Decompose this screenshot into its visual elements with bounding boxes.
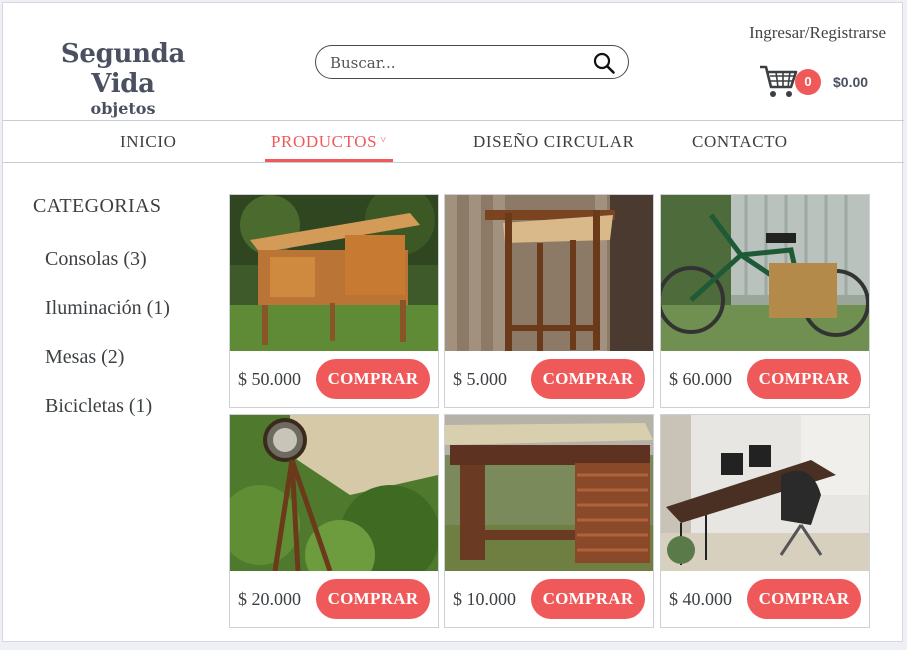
nav-item-label: PRODUCTOS (271, 132, 378, 151)
product-card: $ 50.000 COMPRAR (229, 194, 439, 408)
buy-button[interactable]: COMPRAR (747, 579, 861, 619)
product-card: $ 40.000 COMPRAR (660, 414, 870, 628)
desk-photo[interactable] (661, 415, 869, 571)
tripod-lamp-photo[interactable] (230, 415, 438, 571)
buy-button[interactable]: COMPRAR (531, 359, 645, 399)
category-item-iluminacion[interactable]: Iluminación (1) (45, 297, 170, 320)
product-price: $ 50.000 (238, 369, 301, 389)
wooden-table-photo[interactable] (445, 415, 653, 571)
nav-item-label: INICIO (120, 132, 177, 151)
categories-title: CATEGORIAS (33, 195, 162, 217)
product-card: $ 5.000 COMPRAR (444, 194, 654, 408)
page-frame: Segunda Vida objetos Ingresar/Registrars… (2, 2, 904, 642)
product-price: $ 10.000 (453, 589, 516, 609)
shopping-cart-icon[interactable] (759, 63, 799, 99)
search-box (315, 45, 629, 79)
nav-item-label: DISEÑO CIRCULAR (473, 132, 635, 151)
category-item-consolas[interactable]: Consolas (3) (45, 248, 147, 271)
search-icon[interactable] (592, 51, 616, 75)
product-card: $ 60.000 COMPRAR (660, 194, 870, 408)
green-bicycle-photo[interactable] (661, 195, 869, 351)
buy-button[interactable]: COMPRAR (316, 359, 430, 399)
logo-subtitle: objetos (90, 99, 156, 118)
category-item-bicicletas[interactable]: Bicicletas (1) (45, 395, 152, 418)
buy-button[interactable]: COMPRAR (747, 359, 861, 399)
buy-button[interactable]: COMPRAR (316, 579, 430, 619)
product-price: $ 60.000 (669, 369, 732, 389)
product-price: $ 5.000 (453, 369, 507, 389)
nav-item-diseno-circular[interactable]: DISEÑO CIRCULAR (473, 122, 635, 162)
nav-item-productos[interactable]: PRODUCTOS ˅ (265, 122, 393, 162)
wooden-console-photo[interactable] (230, 195, 438, 351)
categories-sidebar: CATEGORIAS Consolas (3) Iluminación (1) … (33, 195, 170, 417)
product-price: $ 20.000 (238, 589, 301, 609)
cart-count-badge: 0 (795, 69, 821, 95)
product-card: $ 20.000 COMPRAR (229, 414, 439, 628)
buy-button[interactable]: COMPRAR (531, 579, 645, 619)
nav-item-inicio[interactable]: INICIO (120, 122, 176, 162)
logo-title: Segunda Vida (60, 39, 186, 99)
login-register-link[interactable]: Ingresar/Registrarse (749, 23, 886, 43)
site-header: Segunda Vida objetos Ingresar/Registrars… (3, 3, 904, 121)
chevron-down-icon: ˅ (380, 134, 387, 146)
cart-total: $0.00 (833, 74, 869, 90)
wooden-stool-photo[interactable] (445, 195, 653, 351)
search-input[interactable] (330, 52, 580, 74)
product-card: $ 10.000 COMPRAR (444, 414, 654, 628)
nav-item-contacto[interactable]: CONTACTO (692, 122, 788, 162)
nav-item-label: CONTACTO (692, 132, 788, 151)
main-nav: INICIO PRODUCTOS ˅ DISEÑO CIRCULAR CONTAC… (3, 122, 904, 163)
product-price: $ 40.000 (669, 589, 732, 609)
site-logo[interactable]: Segunda Vida objetos (33, 39, 213, 119)
category-item-mesas[interactable]: Mesas (2) (45, 346, 124, 369)
